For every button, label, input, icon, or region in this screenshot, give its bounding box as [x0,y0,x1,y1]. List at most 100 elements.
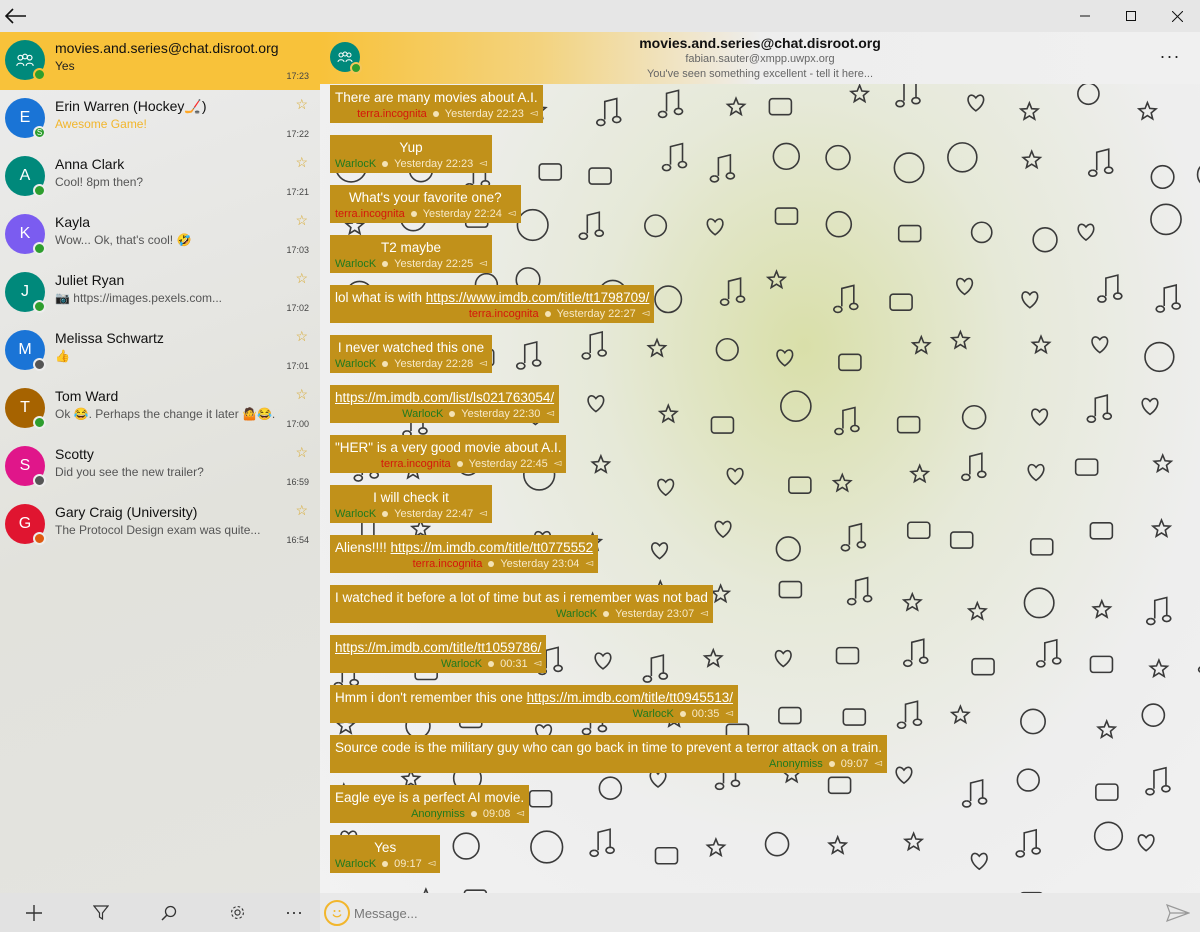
message-bubble[interactable]: There are many movies about A.I. terra.in… [330,85,543,123]
presence-indicator [33,242,46,255]
chat-list-item[interactable]: A Anna Clark Cool! 8pm then? 17:21 ☆ [0,148,320,206]
chat-time: 17:23 [286,71,309,81]
avatar-initial: S [19,457,31,474]
delivery-status-icon: ◅ [507,208,516,219]
add-chat-button[interactable] [2,893,66,932]
chat-header: movies.and.series@chat.disroot.org fabia… [320,32,1200,84]
delivery-status-icon: ◅ [479,258,487,269]
sidebar: movies.and.series@chat.disroot.org Yes 17:… [0,32,320,932]
message-sender: WarlocK [632,708,674,720]
star-icon[interactable]: ☆ [295,328,308,345]
message-bubble[interactable]: Source code is the military guy who can … [330,735,888,773]
message-bubble[interactable]: Yes WarlocK 09:17 ◅ [330,835,441,873]
separator-dot [488,661,495,667]
chat-list: movies.and.series@chat.disroot.org Yes 17:… [0,32,320,554]
message-sender: terra.incognita [380,458,451,470]
chat-name: Kayla [55,214,91,230]
chat-more-button[interactable]: ··· [1156,42,1184,70]
chat-list-item[interactable]: G Gary Craig (University) The Protocol Des… [0,496,320,554]
separator-dot [544,311,551,317]
chat-name: Anna Clark [55,156,125,172]
message-time: Yesterday 22:45 [468,458,548,470]
message-bubble[interactable]: Hmm i don't remember this one https://m.… [330,685,739,723]
star-icon[interactable]: ☆ [295,212,308,229]
message-bubble[interactable]: https://m.imdb.com/title/tt1059786/Warlo… [330,635,547,673]
group-icon [16,53,34,66]
message-bubble[interactable]: https://m.imdb.com/list/ls021763054/Warl… [330,385,560,423]
message-text: lol what is with https://www.imdb.com/ti… [335,289,649,307]
message-bubble[interactable]: What's your favorite one? terra.incognita… [330,185,521,223]
presence-indicator [33,416,46,429]
message-bubble[interactable]: I watched it before a lot of time but as… [330,585,713,623]
message-bubble[interactable]: I never watched this one WarlocK Yesterday… [330,335,492,373]
send-button[interactable] [1164,901,1192,925]
message-meta: Anonymiss 09:08 ◅ [335,807,524,821]
star-icon[interactable]: ☆ [295,386,308,403]
message-sender: WarlocK [335,858,377,870]
message-bubble[interactable]: lol what is with https://www.imdb.com/ti… [330,285,655,323]
avatar-initial: K [19,225,31,242]
maximize-button[interactable] [1108,0,1154,32]
star-icon[interactable]: ☆ [295,154,308,171]
chat-list-item[interactable]: T Tom Ward Ok 😂. Perhaps the change it lat… [0,380,320,438]
message-meta: WarlocK Yesterday 23:07 ◅ [335,607,708,621]
star-icon[interactable]: ☆ [295,444,308,461]
message-bubble[interactable]: T2 maybe WarlocK Yesterday 22:25 ◅ [330,235,492,273]
message-text: I will check it [335,489,487,507]
chat-title: movies.and.series@chat.disroot.org [639,35,881,51]
chat-list-item[interactable]: J Juliet Ryan 📷 https://images.pexels.com.… [0,264,320,322]
message-text: Source code is the military guy who can … [335,739,882,757]
message-text: Yup [335,139,487,157]
chat-list-item[interactable]: K Kayla Wow... Ok, that's cool! 🤣 17:03 ☆ [0,206,320,264]
back-button[interactable] [0,0,32,32]
chat-list-item[interactable]: M Melissa Schwartz 👍 17:01 ☆ [0,322,320,380]
separator-dot [382,511,389,517]
message-bubble[interactable]: I will check it WarlocK Yesterday 22:47 ◅ [330,485,492,523]
search-icon [161,905,177,921]
chat-list-item[interactable]: E S Erin Warren (Hockey🏒) Awesome Game! 17:2… [0,90,320,148]
message-sender: WarlocK [440,658,483,670]
close-button[interactable] [1154,0,1200,32]
delivery-status-icon: ◅ [585,558,594,569]
message-link[interactable]: https://www.imdb.com/title/tt1798709/ [426,290,650,305]
message-input[interactable] [354,901,1134,925]
message-bubble[interactable]: Eagle eye is a perfect AI movie. Anonymis… [330,785,530,823]
message-link[interactable]: https://m.imdb.com/title/tt0945513/ [527,690,733,705]
avatar-initial: A [19,167,31,184]
delivery-status-icon: ◅ [529,108,538,119]
gear-icon [230,905,244,920]
message-link[interactable]: https://m.imdb.com/title/tt1059786/ [335,640,541,655]
star-icon[interactable]: ☆ [295,96,308,113]
message-meta: WarlocK 00:31 ◅ [335,657,541,671]
message-link[interactable]: https://m.imdb.com/title/tt0775552 [391,540,594,555]
chat-time: 17:03 [286,245,309,255]
settings-button[interactable] [205,893,269,932]
star-icon[interactable]: ☆ [295,270,308,287]
minimize-button[interactable] [1062,0,1108,32]
message-bubble[interactable]: Yup WarlocK Yesterday 22:23 ◅ [330,135,492,173]
message-time: 09:17 [394,858,422,870]
message-sender: terra.incognita [357,108,427,120]
message-text: Hmm i don't remember this one https://m.… [335,689,733,707]
chat-list-item[interactable]: movies.and.series@chat.disroot.org Yes 17:… [0,32,320,90]
more-button[interactable]: ··· [262,893,326,932]
separator-dot [488,561,495,567]
message-meta: WarlocK 00:35 ◅ [335,707,733,721]
search-button[interactable] [137,893,201,932]
message-time: Yesterday 22:28 [394,358,474,370]
avatar-initial: G [18,515,32,532]
chat-list-item[interactable]: S Scotty Did you see the new trailer? 16:59… [0,438,320,496]
message-text: "HER" is a very good movie about A.I. [335,439,561,457]
message-time: Yesterday 22:23 [394,158,474,170]
presence-indicator [33,474,46,487]
message-time: 09:07 [840,758,869,770]
message-time: Yesterday 22:30 [461,408,541,420]
message-link[interactable]: https://m.imdb.com/list/ls021763054/ [335,390,554,405]
delivery-status-icon: ◅ [700,608,708,619]
star-icon[interactable]: ☆ [295,502,308,519]
filter-button[interactable] [69,893,133,932]
message-bubble[interactable]: Aliens!!!! https://m.imdb.com/title/tt07… [330,535,599,573]
message-bubble[interactable]: "HER" is a very good movie about A.I. ter… [330,435,567,473]
emoji-button[interactable] [324,900,350,926]
send-icon [1166,904,1190,922]
